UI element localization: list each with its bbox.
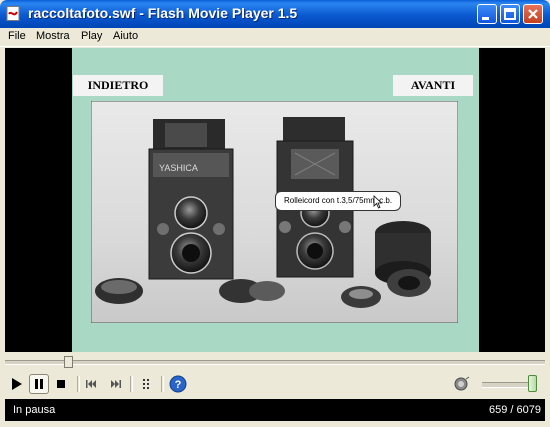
minimize-button[interactable] [477, 4, 497, 24]
seek-track[interactable] [5, 360, 545, 365]
play-icon [12, 378, 22, 390]
status-bar: In pausa 659 / 6079 [5, 399, 545, 421]
flash-file-icon [6, 6, 20, 21]
toolbar-separator [161, 376, 164, 392]
close-button[interactable] [523, 4, 543, 24]
playback-controls: ? [0, 372, 550, 396]
playback-status: In pausa [13, 404, 56, 416]
playlist-icon [143, 379, 149, 389]
camera-brand-label: YASHICA [159, 163, 198, 173]
speaker-icon [454, 376, 470, 391]
seek-thumb[interactable] [64, 356, 73, 368]
volume-slider-thumb[interactable] [528, 375, 537, 392]
help-icon: ? [169, 375, 187, 393]
maximize-icon [504, 8, 516, 20]
toolbar-separator [130, 376, 133, 392]
playlist-button[interactable] [138, 374, 158, 394]
menu-play[interactable]: Play [81, 30, 102, 42]
skip-back-button[interactable] [82, 374, 102, 394]
movie-viewport[interactable]: INDIETRO AVANTI YASHICA Rolleicord con t… [5, 48, 545, 352]
help-button[interactable]: ? [168, 374, 188, 394]
pause-icon [35, 379, 43, 389]
minimize-icon [482, 17, 489, 20]
skip-back-icon [86, 380, 96, 388]
play-button[interactable] [6, 374, 26, 394]
mouse-cursor-icon [373, 195, 383, 209]
title-bar[interactable]: raccoltafoto.swf - Flash Movie Player 1.… [0, 0, 550, 28]
menu-aiuto[interactable]: Aiuto [113, 30, 138, 42]
player-window: raccoltafoto.swf - Flash Movie Player 1.… [0, 0, 550, 427]
stop-icon [57, 380, 65, 388]
menu-file[interactable]: File [8, 30, 26, 42]
close-icon [528, 9, 538, 19]
svg-text:?: ? [175, 379, 182, 391]
menu-bar: File Mostra Play Aiuto [0, 28, 550, 47]
flash-stage: INDIETRO AVANTI YASHICA Rolleicord con t… [72, 48, 479, 352]
pause-button[interactable] [29, 374, 49, 394]
window-title: raccoltafoto.swf - Flash Movie Player 1.… [28, 5, 298, 21]
back-button[interactable]: INDIETRO [73, 75, 163, 96]
volume-button[interactable] [452, 374, 472, 394]
maximize-button[interactable] [500, 4, 520, 24]
menu-mostra[interactable]: Mostra [36, 30, 70, 42]
camera-photo[interactable]: YASHICA [91, 101, 458, 323]
skip-forward-button[interactable] [106, 374, 126, 394]
frame-counter: 659 / 6079 [489, 404, 541, 416]
toolbar-separator [77, 376, 80, 392]
skip-forward-icon [111, 380, 121, 388]
seek-bar[interactable] [5, 355, 545, 369]
next-button[interactable]: AVANTI [393, 75, 473, 96]
stop-button[interactable] [52, 374, 72, 394]
